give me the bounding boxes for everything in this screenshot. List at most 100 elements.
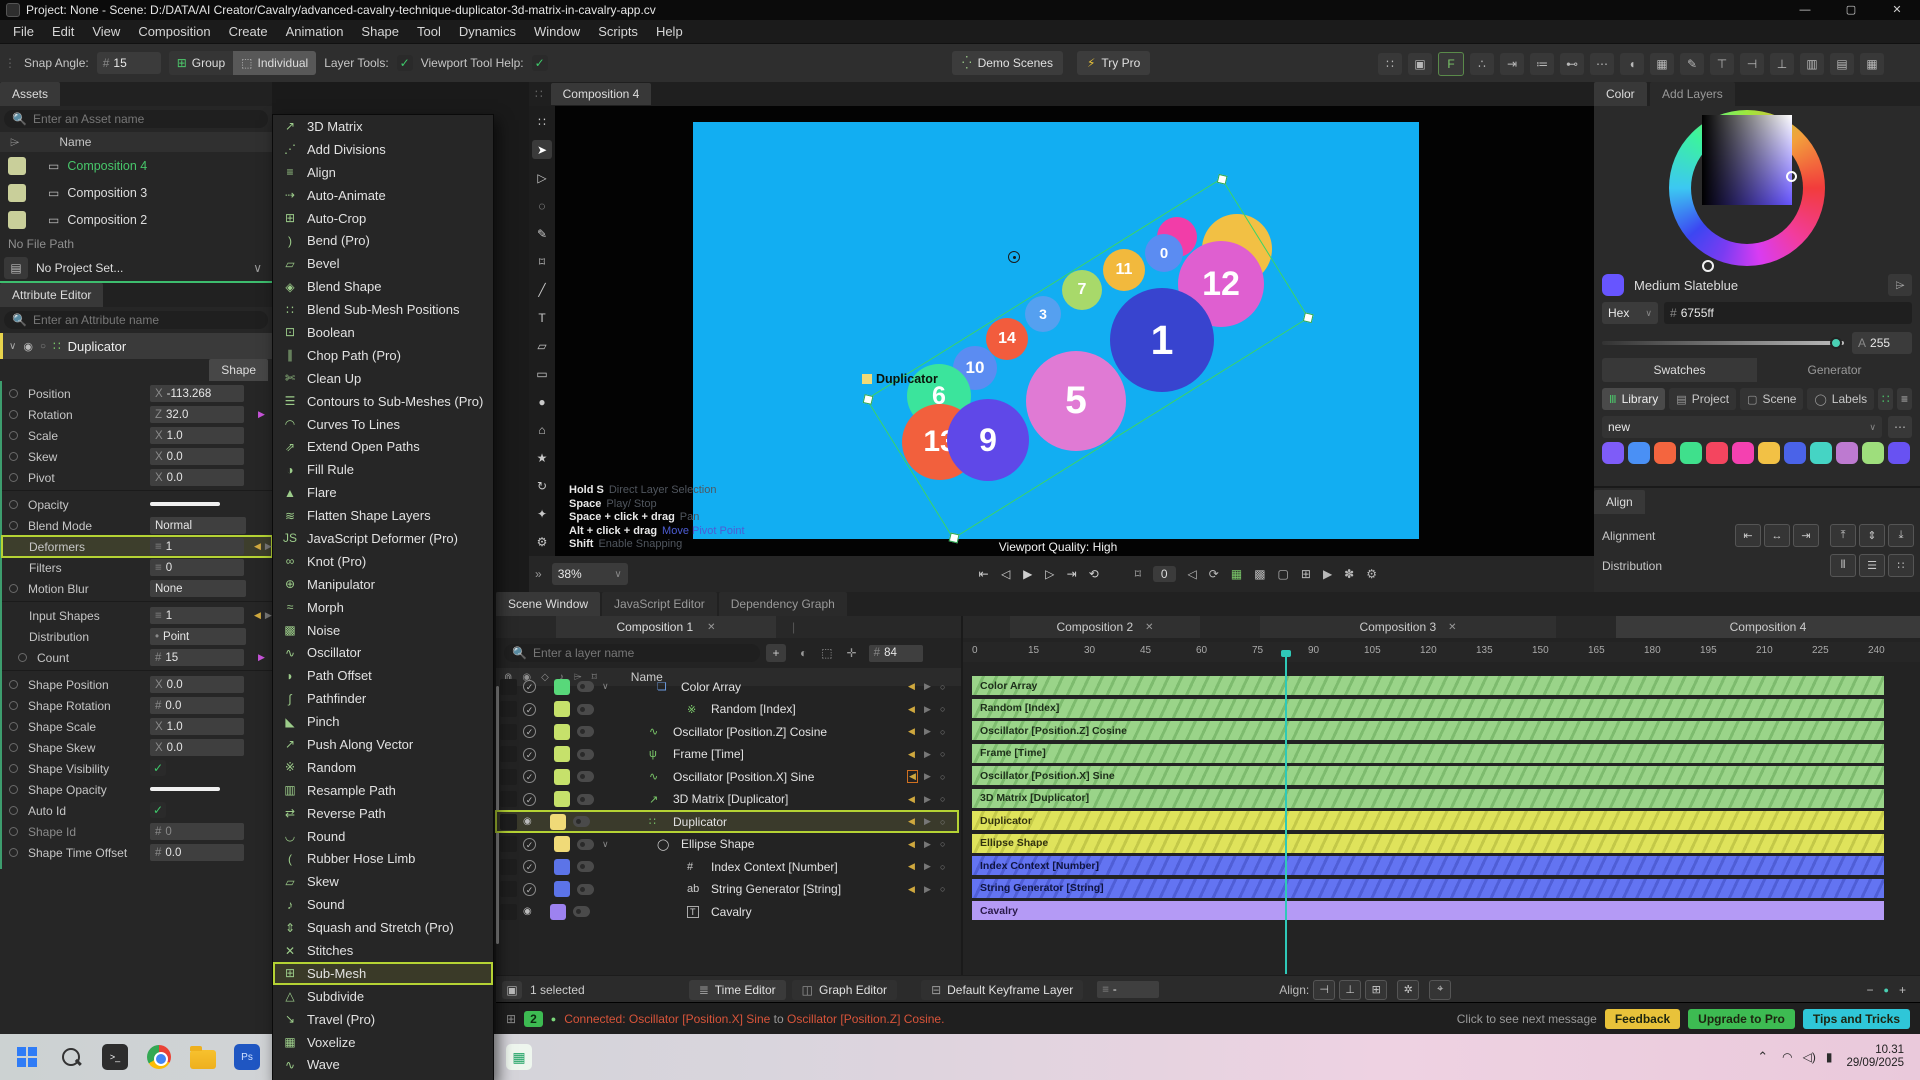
gear-icon[interactable]: ⚙: [1366, 567, 1377, 581]
menu-item-pinch[interactable]: ◣Pinch: [273, 710, 493, 733]
attr-value-field[interactable]: Z32.0: [150, 406, 244, 423]
source-labels[interactable]: ◯Labels: [1807, 388, 1874, 410]
menu-edit[interactable]: Edit: [43, 20, 83, 44]
timeline-bar-oscillator-position-x-sine[interactable]: Oscillator [Position.X] Sine: [972, 766, 1884, 785]
layer-row-oscillator-position-x-sine[interactable]: ✓∿Oscillator [Position.X] Sine◀▶○: [496, 766, 958, 787]
prev-key-arrow[interactable]: ◀: [254, 541, 261, 552]
attr-row-shape-time-offset[interactable]: Shape Time Offset#0.0: [2, 842, 272, 863]
distribute-button[interactable]: ⫴: [1830, 554, 1856, 577]
menu-item-sub-mesh[interactable]: ⊞Sub-Mesh: [273, 962, 493, 985]
layer-color-swatch[interactable]: [554, 679, 570, 695]
pattern-icon[interactable]: ▩: [1254, 567, 1265, 581]
attr-row-rotation[interactable]: RotationZ32.0▶: [2, 404, 272, 425]
keyframe-socket[interactable]: [9, 827, 18, 836]
minimize-button[interactable]: —: [1782, 0, 1828, 20]
menu-item-skew[interactable]: ▱Skew: [273, 870, 493, 893]
playhead-handle[interactable]: [1281, 650, 1291, 657]
zoom-select[interactable]: 38% ∨: [552, 563, 628, 585]
menu-item-morph[interactable]: ≈Morph: [273, 596, 493, 619]
next-key-arrow[interactable]: ▶: [924, 771, 931, 782]
attr-row-motion-blur[interactable]: Motion BlurNone: [2, 578, 272, 599]
prev-key-arrow[interactable]: ◀: [908, 749, 915, 760]
layer-color-swatch[interactable]: [554, 701, 570, 717]
viewport-canvas[interactable]: Hold SDirect Layer SelectionSpacePlay/ S…: [529, 106, 1594, 556]
keyframe-arrow[interactable]: ▶: [258, 652, 265, 663]
time-editor-button[interactable]: ≣Time Editor: [689, 980, 786, 1000]
keyframe-socket[interactable]: [9, 743, 18, 752]
tab-color[interactable]: Color: [1594, 82, 1647, 106]
key-circle[interactable]: ○: [940, 682, 945, 692]
attr-row-filters[interactable]: Filters≡0: [2, 557, 272, 578]
layer-row-3d-matrix-duplicator-[interactable]: ✓↗3D Matrix [Duplicator]◀▶○: [496, 789, 958, 810]
menu-animation[interactable]: Animation: [277, 20, 353, 44]
tab-composition-4[interactable]: Composition 4: [1616, 616, 1920, 638]
layer-color-swatch[interactable]: [550, 814, 566, 830]
palette-swatch[interactable]: [1706, 442, 1728, 464]
keyframe-socket[interactable]: [9, 389, 18, 398]
hex-mode-select[interactable]: Hex∨: [1602, 302, 1658, 324]
camera-count[interactable]: 0: [1153, 566, 1176, 582]
maximize-button[interactable]: ▢: [1828, 0, 1874, 20]
menu-item-add-divisions[interactable]: ⋰Add Divisions: [273, 138, 493, 161]
group-button[interactable]: ⊞Group: [169, 51, 233, 75]
ruler-icon[interactable]: ▦: [1650, 53, 1674, 75]
layer-color-swatch[interactable]: [554, 746, 570, 762]
key-circle[interactable]: ○: [940, 839, 945, 849]
menu-dynamics[interactable]: Dynamics: [450, 20, 525, 44]
skew-tool[interactable]: ▱: [532, 336, 552, 355]
timeline-bar-frame-time-[interactable]: Frame [Time]: [972, 744, 1884, 763]
snapshot-icon[interactable]: ⌑: [1135, 567, 1141, 581]
menu-item-subdivide[interactable]: △Subdivide: [273, 985, 493, 1008]
timeline-zoom-out[interactable]: −: [1867, 983, 1874, 997]
attr-value-field[interactable]: #15: [150, 649, 244, 666]
menu-item-knot-pro-[interactable]: ∞Knot (Pro): [273, 550, 493, 573]
align-button[interactable]: ⇕: [1859, 524, 1885, 547]
menu-window[interactable]: Window: [525, 20, 589, 44]
status-button-tips-and-tricks[interactable]: Tips and Tricks: [1803, 1009, 1910, 1029]
volume-icon[interactable]: ◁): [1803, 1050, 1816, 1064]
clip-toggle[interactable]: [577, 726, 594, 737]
try-pro-button[interactable]: ⚡Try Pro: [1077, 51, 1150, 75]
panel-icon[interactable]: ▣: [1408, 53, 1432, 75]
close-icon[interactable]: ✕: [1145, 622, 1153, 633]
attr-value-field[interactable]: X0.0: [150, 448, 244, 465]
tray-icons[interactable]: ◠ ◁) ▮: [1782, 1050, 1832, 1064]
add-layer-button[interactable]: +: [766, 644, 786, 662]
menu-file[interactable]: File: [4, 20, 43, 44]
tab-align[interactable]: Align: [1594, 490, 1645, 514]
grid-view-toggle[interactable]: ∷: [1878, 388, 1893, 410]
sv-square[interactable]: [1702, 115, 1792, 205]
attr-row-shape-visibility[interactable]: Shape Visibility✓: [2, 758, 272, 779]
expand-tools-icon[interactable]: »: [535, 567, 542, 581]
palette-swatch[interactable]: [1836, 442, 1858, 464]
menu-item-stitches[interactable]: ✕Stitches: [273, 939, 493, 962]
eyedropper-button[interactable]: ⌲: [1888, 274, 1912, 296]
palette-swatch[interactable]: [1602, 442, 1624, 464]
battery-icon[interactable]: ▮: [1826, 1050, 1833, 1064]
hex-value-field[interactable]: # 6755ff: [1664, 302, 1912, 324]
timeline-bar-3d-matrix-duplicator-[interactable]: 3D Matrix [Duplicator]: [972, 789, 1884, 808]
taskbar-chrome[interactable]: [142, 1040, 176, 1074]
menu-item-auto-crop[interactable]: ⊞Auto-Crop: [273, 207, 493, 230]
palette-swatch[interactable]: [1888, 442, 1910, 464]
prev-key-arrow[interactable]: ◀: [908, 726, 915, 737]
more-icon[interactable]: ⋯: [1590, 53, 1614, 75]
visibility-check[interactable]: ✓: [523, 748, 536, 761]
next-key-arrow[interactable]: ▶: [924, 816, 931, 827]
layer-row-ellipse-shape[interactable]: ✓∨◯Ellipse Shape◀▶○: [496, 834, 958, 855]
keyframe-socket[interactable]: [18, 653, 27, 662]
layer-color-swatch[interactable]: [554, 791, 570, 807]
timeline-bar-cavalry[interactable]: Cavalry: [972, 901, 1884, 920]
menu-item-path-offset[interactable]: ◗Path Offset: [273, 664, 493, 687]
keyframe-socket[interactable]: [9, 500, 18, 509]
menu-item-reverse-path[interactable]: ⇄Reverse Path: [273, 802, 493, 825]
source-library[interactable]: ⅢLibrary: [1602, 388, 1665, 410]
tab-assets[interactable]: Assets: [0, 82, 60, 106]
layer-color-swatch[interactable]: [550, 904, 566, 920]
keyframe-socket[interactable]: [9, 584, 18, 593]
frame-filter-icon[interactable]: F: [1438, 52, 1464, 76]
menu-help[interactable]: Help: [647, 20, 692, 44]
timeline-bar-oscillator-position-z-cosine[interactable]: Oscillator [Position.Z] Cosine: [972, 721, 1884, 740]
menu-item-push-along-vector[interactable]: ↗Push Along Vector: [273, 733, 493, 756]
clip-toggle[interactable]: [577, 884, 594, 895]
